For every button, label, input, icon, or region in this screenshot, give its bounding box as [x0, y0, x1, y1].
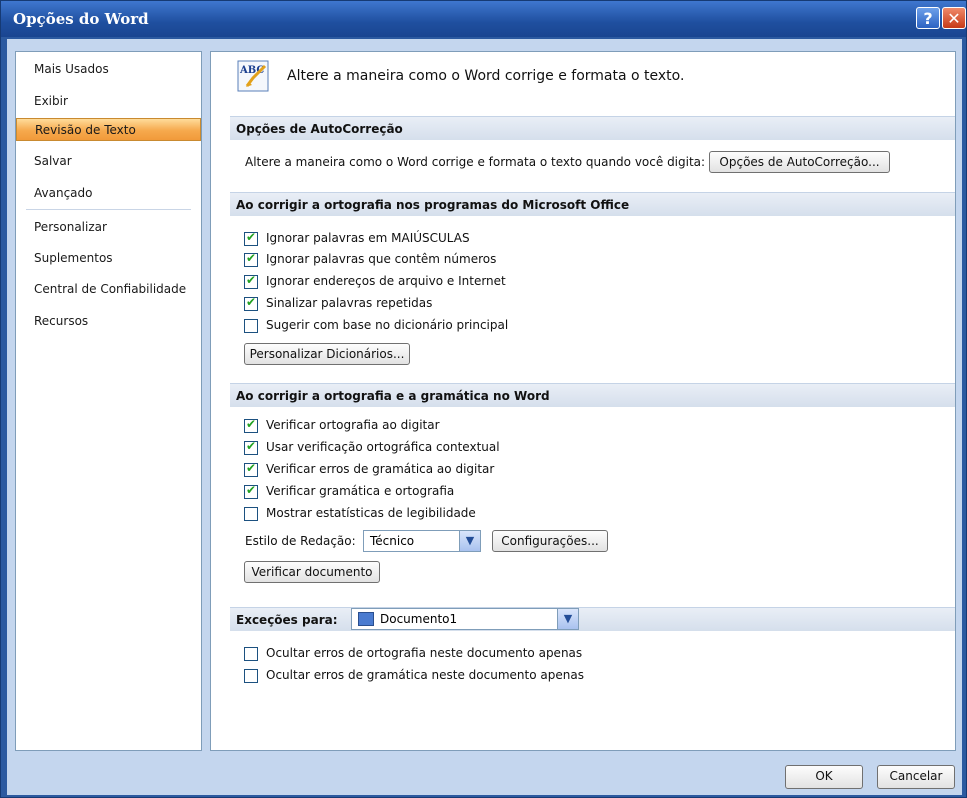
- proofing-abc-icon: ABC: [237, 60, 269, 92]
- grammar-spelling-checkbox[interactable]: [244, 483, 258, 499]
- check-spelling-typing-checkbox[interactable]: [244, 417, 258, 433]
- sidebar-item-revisao-de-texto[interactable]: Revisão de Texto: [16, 118, 201, 141]
- hide-grammar-errors-checkbox[interactable]: [244, 669, 258, 683]
- writing-style-label: Estilo de Redação:: [245, 534, 356, 548]
- title-bar: Opções do Word ? ✕: [1, 1, 966, 37]
- content-panel: ABC Altere a maneira como o Word corrige…: [210, 51, 956, 751]
- word-options-dialog: Opções do Word ? ✕ Mais Usados Exibir Re…: [0, 0, 967, 798]
- word-document-icon: [358, 612, 374, 626]
- exceptions-document-select[interactable]: Documento1 ▼: [351, 608, 579, 630]
- ignore-uppercase-label: Ignorar palavras em MAIÚSCULAS: [266, 231, 470, 245]
- section-word-spelling-title: Ao corrigir a ortografia e a gramática n…: [230, 383, 955, 407]
- chevron-down-icon: ▼: [459, 531, 480, 551]
- sidebar-divider: [26, 209, 191, 210]
- window-title: Opções do Word: [13, 10, 149, 28]
- readability-stats-checkbox[interactable]: [244, 507, 258, 521]
- exceptions-label: Exceções para:: [236, 613, 338, 627]
- recheck-document-button[interactable]: Verificar documento: [244, 561, 380, 583]
- section-office-spelling-title: Ao corrigir a ortografia nos programas d…: [230, 192, 955, 216]
- sidebar-item-salvar[interactable]: Salvar: [16, 150, 201, 173]
- page-header: Altere a maneira como o Word corrige e f…: [287, 68, 685, 84]
- hide-grammar-errors-label: Ocultar erros de gramática neste documen…: [266, 668, 584, 682]
- sidebar-item-central-de-confiabilidade[interactable]: Central de Confiabilidade: [16, 278, 201, 301]
- section-autocorrect-title: Opções de AutoCorreção: [230, 116, 955, 140]
- check-spelling-typing-label: Verificar ortografia ao digitar: [266, 418, 440, 432]
- sidebar-item-mais-usados[interactable]: Mais Usados: [16, 58, 201, 81]
- sidebar-item-avancado[interactable]: Avançado: [16, 182, 201, 205]
- grammar-typing-label: Verificar erros de gramática ao digitar: [266, 462, 495, 476]
- flag-repeated-label: Sinalizar palavras repetidas: [266, 296, 433, 310]
- contextual-spelling-label: Usar verificação ortográfica contextual: [266, 440, 500, 454]
- ignore-internet-checkbox[interactable]: [244, 273, 258, 289]
- ignore-numbers-checkbox[interactable]: [244, 251, 258, 267]
- autocorrect-description: Altere a maneira como o Word corrige e f…: [245, 155, 706, 169]
- exceptions-document-value: Documento1: [380, 612, 458, 626]
- hide-spelling-errors-checkbox[interactable]: [244, 647, 258, 661]
- settings-button[interactable]: Configurações...: [492, 530, 608, 552]
- help-button[interactable]: ?: [916, 7, 940, 29]
- readability-stats-label: Mostrar estatísticas de legibilidade: [266, 506, 476, 520]
- writing-style-value: Técnico: [370, 534, 415, 548]
- custom-dictionaries-button[interactable]: Personalizar Dicionários...: [244, 343, 410, 365]
- grammar-typing-checkbox[interactable]: [244, 461, 258, 477]
- sidebar-item-personalizar[interactable]: Personalizar: [16, 216, 201, 239]
- hide-spelling-errors-label: Ocultar erros de ortografia neste docume…: [266, 646, 583, 660]
- section-exceptions: Exceções para:: [230, 607, 955, 631]
- close-button[interactable]: ✕: [942, 7, 966, 29]
- writing-style-select[interactable]: Técnico ▼: [363, 530, 481, 552]
- sidebar: Mais Usados Exibir Revisão de Texto Salv…: [15, 51, 202, 751]
- sidebar-item-exibir[interactable]: Exibir: [16, 90, 201, 113]
- autocorrect-options-button[interactable]: Opções de AutoCorreção...: [709, 151, 890, 173]
- sidebar-item-recursos[interactable]: Recursos: [16, 310, 201, 333]
- suggest-main-dict-label: Sugerir com base no dicionário principal: [266, 318, 509, 332]
- cancel-button[interactable]: Cancelar: [877, 765, 955, 789]
- grammar-spelling-label: Verificar gramática e ortografia: [266, 484, 455, 498]
- ok-button[interactable]: OK: [785, 765, 863, 789]
- sidebar-item-suplementos[interactable]: Suplementos: [16, 247, 201, 270]
- ignore-uppercase-checkbox[interactable]: [244, 230, 258, 246]
- ignore-numbers-label: Ignorar palavras que contêm números: [266, 252, 497, 266]
- contextual-spelling-checkbox[interactable]: [244, 439, 258, 455]
- flag-repeated-checkbox[interactable]: [244, 295, 258, 311]
- suggest-main-dict-checkbox[interactable]: [244, 319, 258, 333]
- ignore-internet-label: Ignorar endereços de arquivo e Internet: [266, 274, 506, 288]
- chevron-down-icon: ▼: [557, 609, 578, 629]
